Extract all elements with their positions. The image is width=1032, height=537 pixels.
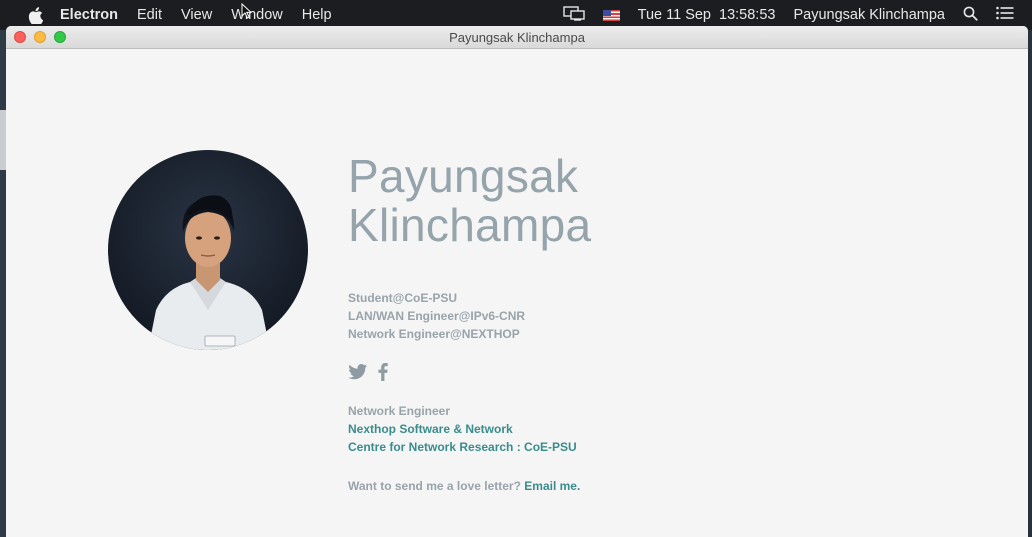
airplay-display-icon[interactable] [562, 5, 585, 25]
role-item: Student@CoE-PSU [348, 291, 458, 305]
zoom-window-button[interactable] [54, 31, 66, 43]
input-source-us-flag-icon[interactable] [602, 9, 620, 21]
menu-view[interactable]: View [181, 7, 212, 23]
app-window: Payungsak Klinchampa Payungsak Klinchamp… [6, 26, 1028, 537]
menu-help[interactable]: Help [302, 7, 332, 23]
contact-line: Want to send me a love letter? Email me. [348, 477, 580, 495]
apple-menu-icon[interactable] [24, 4, 46, 26]
profile-first-name: Payungsak [348, 150, 579, 202]
role-item: LAN/WAN Engineer@IPv6-CNR [348, 309, 526, 323]
menu-window[interactable]: Window [231, 7, 283, 23]
cnr-link[interactable]: Centre for Network Research : CoE-PSU [348, 440, 577, 454]
profile-roles: Student@CoE-PSU LAN/WAN Engineer@IPv6-CN… [348, 289, 525, 343]
profile-avatar [108, 150, 308, 350]
profile-page: Payungsak Klinchampa Student@CoE-PSU LAN… [6, 49, 1028, 537]
email-me-link[interactable]: Email me. [524, 479, 580, 493]
menubar-time[interactable]: 13:58:53 [719, 7, 775, 23]
work-section: Network Engineer Nexthop Software & Netw… [348, 402, 577, 456]
mouse-cursor-icon [241, 2, 253, 24]
window-title: Payungsak Klinchampa [449, 29, 585, 45]
profile-last-name: Klinchampa [348, 199, 592, 251]
contact-text: Want to send me a love letter? [348, 479, 521, 493]
facebook-icon[interactable] [378, 363, 388, 381]
role-item: Network Engineer@NEXTHOP [348, 327, 520, 341]
notification-center-icon[interactable] [996, 6, 1014, 24]
profile-name: Payungsak Klinchampa [348, 152, 591, 250]
minimize-window-button[interactable] [34, 31, 46, 43]
window-controls [14, 31, 74, 43]
menu-edit[interactable]: Edit [137, 7, 162, 23]
job-title: Network Engineer [348, 404, 451, 418]
social-links [348, 363, 398, 381]
window-titlebar[interactable]: Payungsak Klinchampa [6, 26, 1028, 49]
twitter-icon[interactable] [348, 364, 368, 380]
menubar-date[interactable]: Tue 11 Sep [638, 7, 711, 23]
menubar-user[interactable]: Payungsak Klinchampa [793, 7, 945, 23]
spotlight-search-icon[interactable] [963, 6, 978, 25]
nexthop-link[interactable]: Nexthop Software & Network [348, 422, 513, 436]
close-window-button[interactable] [14, 31, 26, 43]
app-name-menu[interactable]: Electron [60, 7, 118, 23]
